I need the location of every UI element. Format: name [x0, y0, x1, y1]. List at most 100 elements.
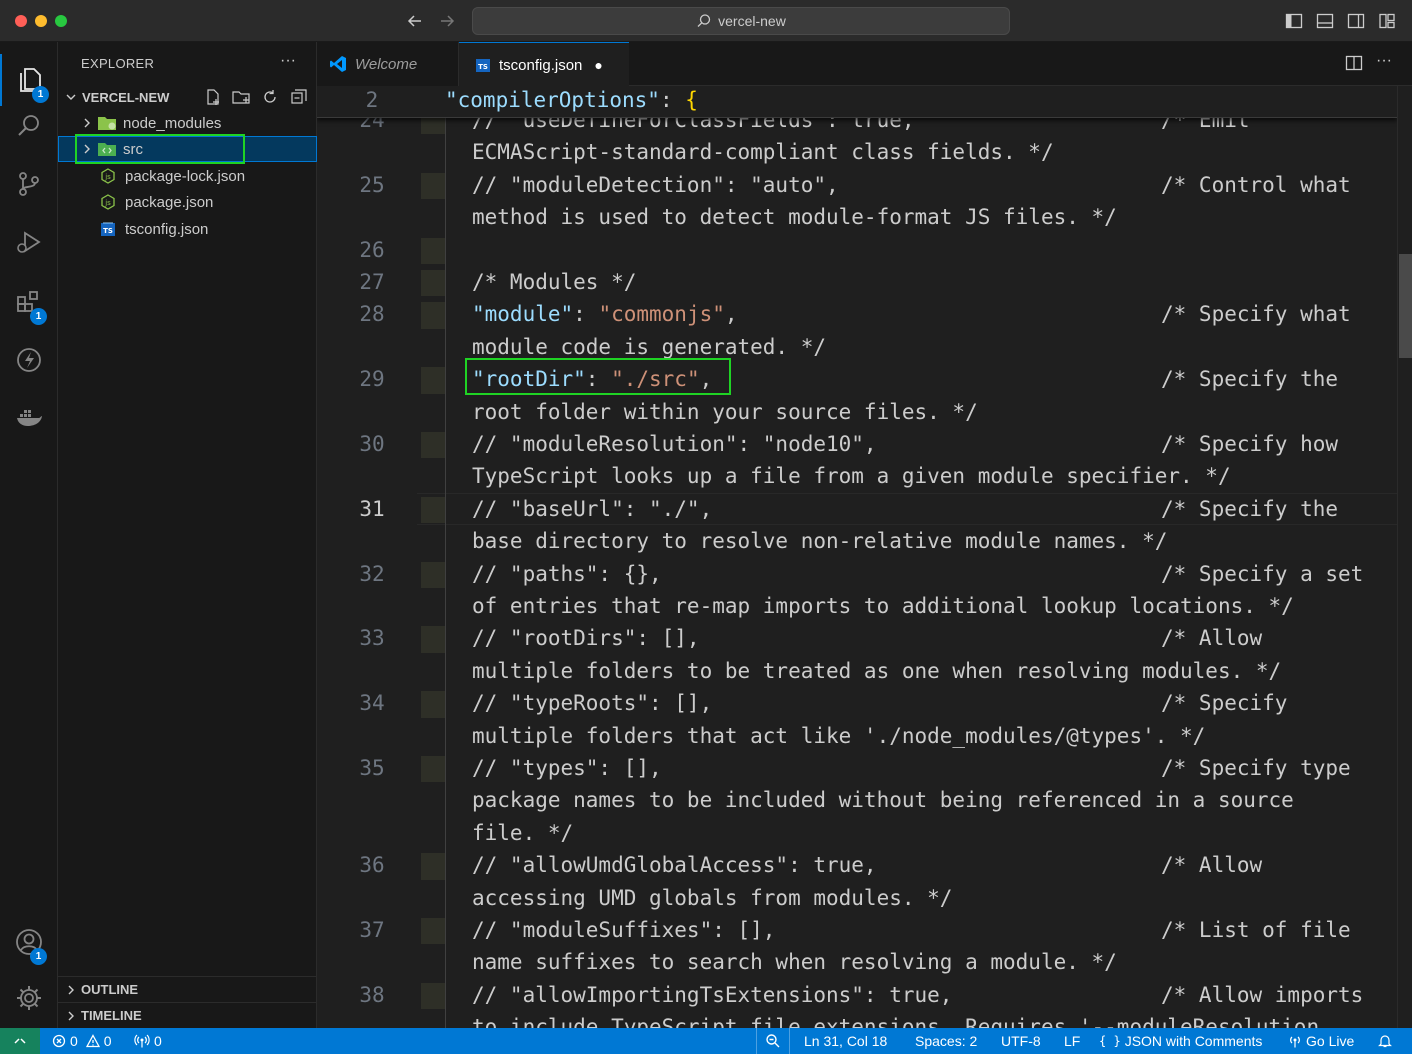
code-line-wrap: base directory to resolve non-relative m… [472, 529, 1168, 554]
tree-item-src[interactable]: src [58, 136, 317, 162]
zoom-indicator[interactable] [756, 1028, 790, 1054]
split-editor-icon[interactable] [1345, 54, 1363, 72]
tab-tsconfig-json[interactable]: TS tsconfig.json ● [459, 42, 629, 87]
tree-item-package-lock-json[interactable]: js package-lock.json [58, 163, 317, 189]
maximize-window-button[interactable] [55, 15, 67, 27]
code-area[interactable]: 24// "useDefineForClassFields": true,/* … [317, 86, 1397, 1028]
collapse-all-icon[interactable] [290, 88, 308, 106]
code-editor[interactable]: 24// "useDefineForClassFields": true,/* … [317, 86, 1412, 1028]
json-key: "rootDir" [472, 367, 586, 392]
refresh-icon[interactable] [261, 88, 279, 106]
code-comment: /* Specify the [1161, 367, 1339, 392]
docker-whale-icon [14, 403, 44, 433]
forward-arrow-icon[interactable] [437, 11, 457, 31]
line-number: 29 [359, 367, 385, 392]
tree-item-tsconfig-json[interactable]: TS tsconfig.json [58, 216, 317, 242]
line-number: 35 [359, 756, 385, 780]
source-control-activity[interactable] [0, 158, 58, 210]
editor-more-actions-icon[interactable]: ··· [1376, 52, 1392, 70]
accounts-activity[interactable]: 1 [0, 916, 58, 968]
explorer-title: EXPLORER [81, 56, 155, 71]
search-activity[interactable] [0, 100, 58, 152]
code-comment: /* Specify the [1161, 496, 1339, 521]
workspace-root-label: VERCEL-NEW [82, 89, 170, 105]
code-line: // "allowUmdGlobalAccess": true, [472, 853, 877, 878]
svg-text:js: js [104, 199, 111, 207]
eol-setting[interactable]: LF [1064, 1028, 1080, 1054]
tree-item-label: src [123, 140, 143, 158]
remote-indicator[interactable] [0, 1028, 40, 1054]
punctuation: : [573, 302, 599, 327]
code-line: // "moduleDetection": "auto", [472, 172, 839, 197]
line-number: 37 [359, 918, 385, 942]
activity-bar: 1 1 1 [0, 42, 58, 1028]
line-number: 26 [359, 237, 385, 262]
toggle-panel-icon[interactable] [1316, 12, 1334, 30]
notifications-button[interactable] [1378, 1028, 1392, 1054]
go-live-button[interactable]: Go Live [1288, 1028, 1354, 1054]
punctuation: , [724, 302, 738, 327]
vertical-scrollbar[interactable] [1397, 86, 1412, 1028]
new-file-icon[interactable] [204, 88, 222, 106]
timeline-section[interactable]: TIMELINE [58, 1002, 317, 1028]
extensions-activity[interactable]: 1 [0, 276, 58, 328]
outline-label: OUTLINE [81, 982, 139, 997]
line-number: 36 [359, 853, 385, 878]
indent-guide-marker [421, 918, 446, 945]
line-number: 30 [359, 432, 385, 456]
json-string-value: "./src" [611, 367, 700, 392]
ports-indicator[interactable]: 0 [134, 1028, 162, 1054]
sticky-scroll-header[interactable]: 2 "compilerOptions": { [317, 86, 1397, 118]
broadcast-icon [134, 1034, 150, 1048]
language-mode[interactable]: { } JSON with Comments [1099, 1028, 1262, 1054]
code-comment: /* Control what [1161, 172, 1351, 197]
go-live-label: Go Live [1306, 1033, 1355, 1049]
line-number: 2 [365, 88, 379, 112]
line-number: 28 [359, 302, 385, 327]
more-actions-icon[interactable]: ··· [280, 52, 296, 70]
toggle-secondary-sidebar-icon[interactable] [1347, 12, 1365, 30]
tree-item-node-modules[interactable]: node_modules [58, 110, 317, 136]
command-center-search[interactable]: vercel-new [472, 7, 1010, 35]
line-number: 32 [359, 561, 385, 586]
close-window-button[interactable] [15, 15, 27, 27]
remote-icon [13, 1034, 27, 1048]
tree-item-package-json[interactable]: js package.json [58, 189, 317, 215]
line-number: 25 [359, 172, 385, 197]
tab-welcome[interactable]: Welcome [317, 42, 459, 86]
tree-item-label: node_modules [123, 114, 222, 132]
svg-text:js: js [104, 173, 111, 181]
cursor-position[interactable]: Ln 31, Col 18 [804, 1028, 887, 1054]
braces-icon: { } [1099, 1034, 1121, 1048]
unsaved-dot-icon[interactable]: ● [594, 57, 602, 73]
minimize-window-button[interactable] [35, 15, 47, 27]
code-line-wrap: file. */ [472, 820, 574, 845]
scrollbar-thumb[interactable] [1399, 254, 1412, 358]
docker-activity[interactable] [0, 392, 58, 444]
problems-indicator[interactable]: 0 0 [52, 1028, 112, 1054]
indent-guide-marker [421, 982, 446, 1010]
indent-guide-marker [421, 853, 446, 880]
new-folder-icon[interactable] [232, 88, 252, 106]
bell-icon [1378, 1034, 1392, 1048]
toggle-primary-sidebar-icon[interactable] [1285, 12, 1303, 30]
customize-layout-icon[interactable] [1378, 12, 1396, 30]
json-string-value: "commonjs" [598, 302, 725, 327]
indent-guide-marker [421, 691, 446, 718]
back-arrow-icon[interactable] [405, 11, 425, 31]
outline-section[interactable]: OUTLINE [58, 976, 317, 1002]
error-icon [52, 1034, 66, 1048]
code-comment: /* Specify type [1161, 756, 1351, 780]
run-debug-activity[interactable] [0, 216, 58, 268]
code-line: "rootDir": "./src", [472, 363, 712, 395]
timeline-label: TIMELINE [81, 1008, 142, 1023]
line-number: 33 [359, 626, 385, 651]
tab-label: tsconfig.json [499, 56, 583, 74]
lightning-activity[interactable] [0, 334, 58, 386]
workspace-root-row[interactable]: VERCEL-NEW [58, 86, 317, 108]
chevron-right-icon [64, 1009, 81, 1023]
manage-activity[interactable] [0, 972, 58, 1024]
explorer-activity[interactable]: 1 [0, 54, 58, 106]
encoding-setting[interactable]: UTF-8 [1001, 1028, 1041, 1054]
indentation-setting[interactable]: Spaces: 2 [915, 1028, 977, 1054]
